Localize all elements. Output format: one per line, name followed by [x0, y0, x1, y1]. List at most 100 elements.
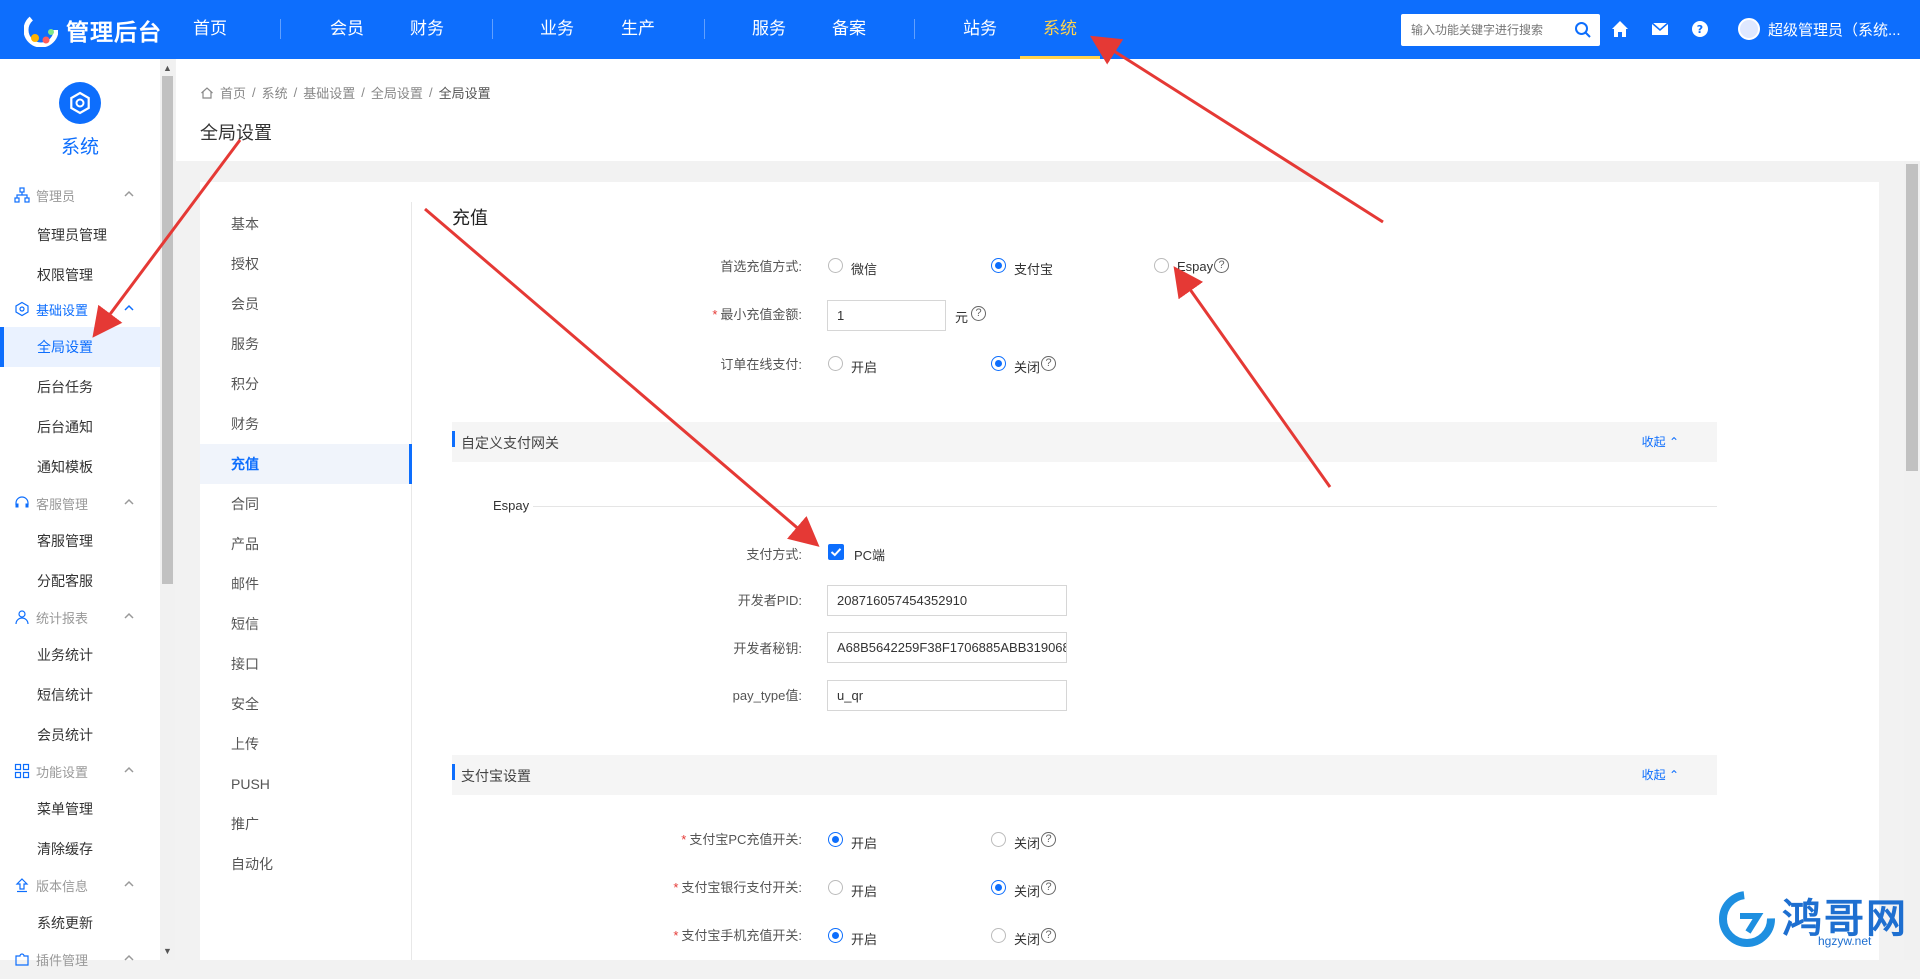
- sidebar-group-label: 功能设置: [36, 764, 89, 780]
- function-search[interactable]: [1401, 14, 1600, 46]
- nav-service[interactable]: 服务: [729, 0, 809, 59]
- sidebar-item-member-stats[interactable]: 会员统计: [0, 715, 160, 755]
- sidebar-group-customer-service[interactable]: 客服管理: [0, 483, 160, 523]
- subnav-recharge[interactable]: 充值: [200, 444, 412, 484]
- sidebar-item-clear-cache[interactable]: 清除缓存: [0, 829, 160, 869]
- gateway-section-title: 自定义支付网关: [461, 435, 559, 451]
- subnav-points[interactable]: 积分: [200, 364, 412, 404]
- breadcrumb-current: 全局设置: [438, 86, 491, 101]
- subnav-contract[interactable]: 合同: [200, 484, 412, 524]
- help-circle-icon[interactable]: ?: [1041, 832, 1056, 847]
- sidebar-item-cs-assign[interactable]: 分配客服: [0, 561, 160, 601]
- upload-icon: [15, 878, 29, 893]
- breadcrumb-home[interactable]: 首页: [220, 83, 246, 102]
- nav-production[interactable]: 生产: [598, 0, 678, 59]
- collapse-toggle[interactable]: 收起 ⌃: [1642, 766, 1679, 783]
- radio-alipay-mobile-on[interactable]: [828, 928, 843, 943]
- nav-home[interactable]: 首页: [170, 0, 250, 59]
- sidebar-item-business-stats[interactable]: 业务统计: [0, 635, 160, 675]
- nav-station[interactable]: 站务: [940, 0, 1020, 59]
- nav-divider: [492, 19, 493, 39]
- sidebar-item-menu-manage[interactable]: 菜单管理: [0, 789, 160, 829]
- subnav-sms[interactable]: 短信: [200, 604, 412, 644]
- sidebar-item-background-tasks[interactable]: 后台任务: [0, 367, 160, 407]
- sidebar-group-admin[interactable]: 管理员: [0, 175, 160, 215]
- subnav-license[interactable]: 授权: [200, 244, 412, 284]
- subnav-upload[interactable]: 上传: [200, 724, 412, 764]
- subnav-push[interactable]: PUSH: [200, 764, 412, 804]
- radio-alipay-bank-off[interactable]: [991, 880, 1006, 895]
- subnav-api[interactable]: 接口: [200, 644, 412, 684]
- subnav-basic[interactable]: 基本: [200, 204, 412, 244]
- sidebar-group-version[interactable]: 版本信息: [0, 865, 160, 905]
- help-circle-icon[interactable]: ?: [1214, 258, 1229, 273]
- scroll-up-arrow[interactable]: ▲: [160, 61, 175, 76]
- help-circle-icon[interactable]: ?: [1041, 356, 1056, 371]
- search-input[interactable]: [1401, 14, 1561, 46]
- alipay-bank-label: * 支付宝银行支付开关:: [450, 877, 802, 896]
- nav-finance[interactable]: 财务: [387, 0, 467, 59]
- subnav-security[interactable]: 安全: [200, 684, 412, 724]
- chevron-up-icon: [124, 612, 134, 619]
- min-amount-input[interactable]: 1: [827, 300, 946, 331]
- alipay-mobile-label: * 支付宝手机充值开关:: [450, 925, 802, 944]
- chevron-up-icon: [124, 304, 134, 311]
- subnav-mail[interactable]: 邮件: [200, 564, 412, 604]
- pay-type-input[interactable]: u_qr: [827, 680, 1067, 711]
- chevron-up-icon: [124, 190, 134, 197]
- radio-alipay-pc-off[interactable]: [991, 832, 1006, 847]
- subnav-product[interactable]: 产品: [200, 524, 412, 564]
- help-circle-icon[interactable]: ?: [1041, 880, 1056, 895]
- scroll-down-arrow[interactable]: ▼: [160, 944, 175, 959]
- radio-online-off[interactable]: [991, 356, 1006, 371]
- breadcrumb-item[interactable]: 系统: [262, 83, 288, 102]
- nav-member[interactable]: 会员: [307, 0, 387, 59]
- page-header: [176, 59, 1920, 161]
- radio-online-on[interactable]: [828, 356, 843, 371]
- search-icon[interactable]: [1574, 21, 1592, 39]
- subnav-automation[interactable]: 自动化: [200, 844, 412, 884]
- sidebar-scrollbar-thumb[interactable]: [162, 76, 173, 584]
- pc-checkbox[interactable]: [828, 544, 844, 560]
- app-logo[interactable]: 管理后台: [24, 10, 162, 50]
- page-scrollbar-thumb[interactable]: [1906, 164, 1918, 471]
- radio-alipay[interactable]: [991, 258, 1006, 273]
- user-menu[interactable]: 超级管理员（系统...: [1738, 17, 1901, 41]
- sidebar-group-features[interactable]: 功能设置: [0, 751, 160, 791]
- radio-alipay-mobile-off[interactable]: [991, 928, 1006, 943]
- radio-alipay-bank-on[interactable]: [828, 880, 843, 895]
- secret-key-input[interactable]: A68B5642259F38F1706885ABB3190688: [827, 632, 1067, 663]
- app-title: 管理后台: [66, 19, 162, 45]
- nav-business[interactable]: 业务: [517, 0, 597, 59]
- nav-filing[interactable]: 备案: [809, 0, 889, 59]
- sidebar-item-sms-stats[interactable]: 短信统计: [0, 675, 160, 715]
- pay-type-label: pay_type值:: [732, 688, 802, 703]
- sidebar-group-reports[interactable]: 统计报表: [0, 597, 160, 637]
- mail-icon[interactable]: [1649, 18, 1671, 40]
- sidebar-item-admin-manage[interactable]: 管理员管理: [0, 215, 160, 255]
- pid-input[interactable]: 208716057454352910: [827, 585, 1067, 616]
- help-circle-icon[interactable]: ?: [971, 306, 986, 321]
- home-icon[interactable]: [1609, 18, 1631, 40]
- subnav-member[interactable]: 会员: [200, 284, 412, 324]
- nav-system[interactable]: 系统: [1020, 0, 1100, 59]
- collapse-toggle[interactable]: 收起 ⌃: [1642, 433, 1679, 450]
- sidebar-item-cs-manage[interactable]: 客服管理: [0, 521, 160, 561]
- subnav-finance[interactable]: 财务: [200, 404, 412, 444]
- sidebar-group-basic-settings[interactable]: 基础设置: [0, 289, 160, 329]
- home-icon[interactable]: [200, 86, 214, 100]
- sidebar-group-plugins[interactable]: 插件管理: [0, 939, 160, 979]
- help-circle-icon[interactable]: ?: [1041, 928, 1056, 943]
- radio-alipay-pc-on[interactable]: [828, 832, 843, 847]
- sidebar-item-global-settings[interactable]: 全局设置: [0, 327, 160, 367]
- radio-wechat[interactable]: [828, 258, 843, 273]
- radio-espay[interactable]: [1154, 258, 1169, 273]
- subnav-service[interactable]: 服务: [200, 324, 412, 364]
- subnav-promotion[interactable]: 推广: [200, 804, 412, 844]
- breadcrumb-item[interactable]: 全局设置: [371, 83, 423, 102]
- breadcrumb-item[interactable]: 基础设置: [303, 83, 355, 102]
- sidebar-item-notify-templates[interactable]: 通知模板: [0, 447, 160, 487]
- help-icon[interactable]: ?: [1689, 18, 1711, 40]
- sidebar-item-notifications[interactable]: 后台通知: [0, 407, 160, 447]
- sidebar-item-system-update[interactable]: 系统更新: [0, 903, 160, 943]
